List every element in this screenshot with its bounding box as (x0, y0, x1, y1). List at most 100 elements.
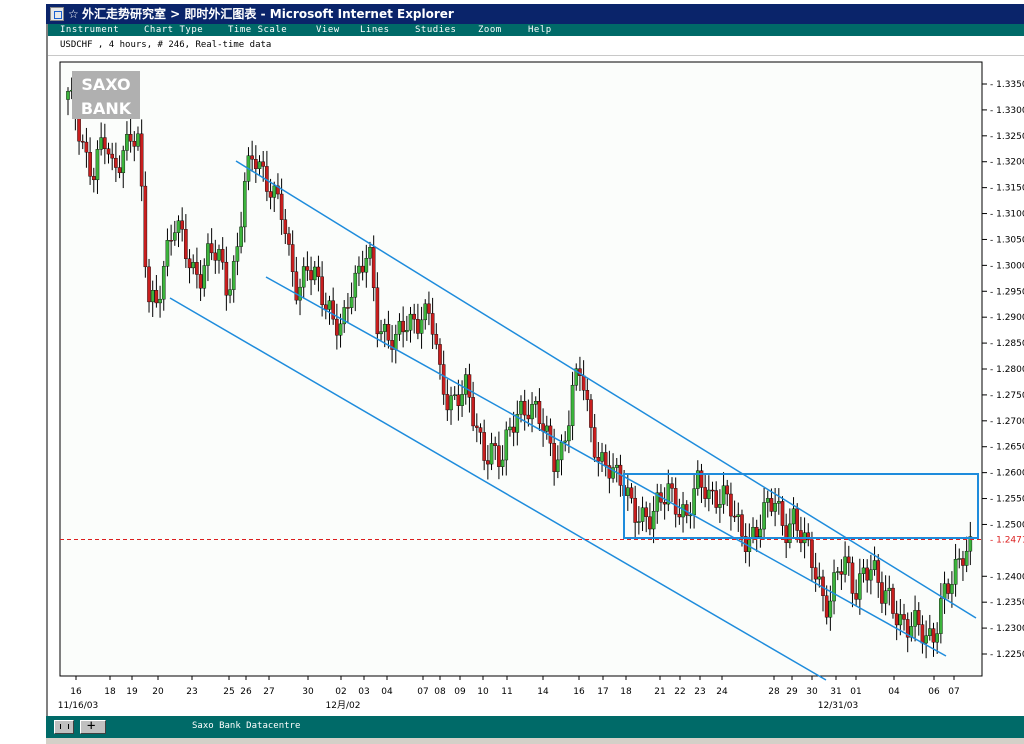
candle-up (239, 226, 243, 247)
candle-down (714, 490, 718, 508)
y-tick-label: - 1.2350 (990, 598, 1024, 608)
menu-studies[interactable]: Studies (415, 24, 456, 36)
candle-down (629, 487, 634, 499)
candle-down (684, 504, 689, 516)
candle-down (430, 313, 435, 335)
candle-up (452, 394, 457, 396)
y-tick-label: - 1.2650 (990, 443, 1024, 453)
menu-view[interactable]: View (316, 24, 340, 36)
pan-button[interactable] (54, 720, 74, 734)
candle-down (250, 155, 254, 160)
candle-down (198, 274, 203, 289)
candle-up (405, 330, 409, 333)
candle-up (765, 498, 770, 503)
candle-up (460, 394, 464, 406)
candle-up (718, 504, 722, 508)
menu-help[interactable]: Help (528, 24, 552, 36)
current-price-label: - 1.2471 (990, 535, 1024, 545)
candle-down (795, 508, 800, 531)
y-tick-label: - 1.2500 (990, 520, 1024, 530)
candle-down (117, 167, 122, 174)
x-tick-label: 03 (358, 687, 369, 697)
candle-down (128, 134, 133, 142)
candle-down (213, 252, 218, 261)
candle-down (309, 270, 313, 281)
candle-up (777, 501, 781, 504)
x-tick-label: 29 (786, 687, 798, 697)
candle-down (522, 401, 527, 416)
candle-down (850, 562, 855, 594)
candle-up (533, 401, 538, 405)
candle-up (935, 633, 939, 643)
candle-down (902, 614, 906, 620)
x-tick-label: 30 (806, 687, 818, 697)
x-tick-label: 04 (888, 687, 900, 697)
candle-up (158, 298, 162, 304)
candle-up (835, 571, 840, 573)
candle-up (692, 488, 696, 516)
x-tick-label: 27 (263, 687, 274, 697)
y-tick-label: - 1.3350 (990, 80, 1024, 90)
y-tick-label: - 1.2750 (990, 391, 1024, 401)
candle-down (84, 141, 89, 153)
candle-up (544, 425, 549, 432)
price-chart[interactable]: - 1.3350 - 1.3300 - 1.3250 - 1.3200 - 1.3150… (46, 56, 1024, 716)
candle-down (961, 558, 965, 566)
candle-up (150, 290, 155, 303)
internet-explorer-icon[interactable] (50, 7, 64, 21)
menu-zoom[interactable]: Zoom (478, 24, 502, 36)
candle-down (279, 193, 284, 220)
candle-up (408, 313, 413, 331)
candle-down (371, 247, 376, 288)
candle-up (312, 266, 317, 281)
candle-up (924, 635, 928, 644)
candle-down (891, 587, 895, 614)
candle-down (552, 443, 556, 472)
candle-down (416, 319, 420, 334)
candle-down (846, 556, 851, 564)
candle-down (169, 240, 173, 242)
candle-down (147, 266, 151, 303)
candle-up (563, 440, 567, 443)
candle-down (475, 425, 479, 428)
candle-up (99, 137, 103, 150)
candle-down (331, 300, 335, 320)
menu-chart-type[interactable]: Chart Type (144, 24, 203, 36)
candle-up (500, 459, 505, 467)
candle-down (839, 571, 844, 575)
candle-up (327, 300, 332, 310)
candle-up (688, 514, 693, 517)
candle-up (707, 489, 711, 499)
candle-down (769, 498, 774, 512)
candle-down (261, 161, 265, 167)
chart-canvas[interactable]: - 1.3350 - 1.3300 - 1.3250 - 1.3200 - 1.3150… (46, 56, 1024, 716)
candle-down (360, 265, 365, 273)
candle-down (482, 432, 486, 461)
candle-up (257, 161, 262, 169)
menu-instrument[interactable]: Instrument (60, 24, 119, 36)
candle-up (832, 572, 836, 602)
candle-up (626, 487, 630, 496)
candle-up (942, 583, 947, 599)
candle-up (869, 569, 873, 581)
candle-up (161, 266, 166, 300)
menu-lines[interactable]: Lines (360, 24, 390, 36)
candle-down (876, 560, 881, 583)
candle-down (596, 457, 601, 462)
candle-down (268, 191, 273, 198)
candle-down (110, 153, 114, 159)
x-tick-label: 07 (948, 687, 959, 697)
candle-up (939, 598, 943, 634)
candle-down (677, 514, 682, 518)
menu-time-scale[interactable]: Time Scale (228, 24, 287, 36)
candle-up (887, 587, 892, 591)
y-tick-label: - 1.3000 (990, 261, 1024, 271)
candle-up (231, 261, 236, 290)
candle-down (703, 487, 707, 499)
candle-down (486, 460, 490, 465)
candle-up (640, 507, 645, 522)
candle-down (287, 233, 291, 245)
x-tick-label: 07 (417, 687, 428, 697)
window-title: 外汇走势研究室 > 即时外汇图表 - Microsoft Internet Ex… (82, 7, 454, 21)
crosshair-button[interactable] (80, 718, 106, 734)
